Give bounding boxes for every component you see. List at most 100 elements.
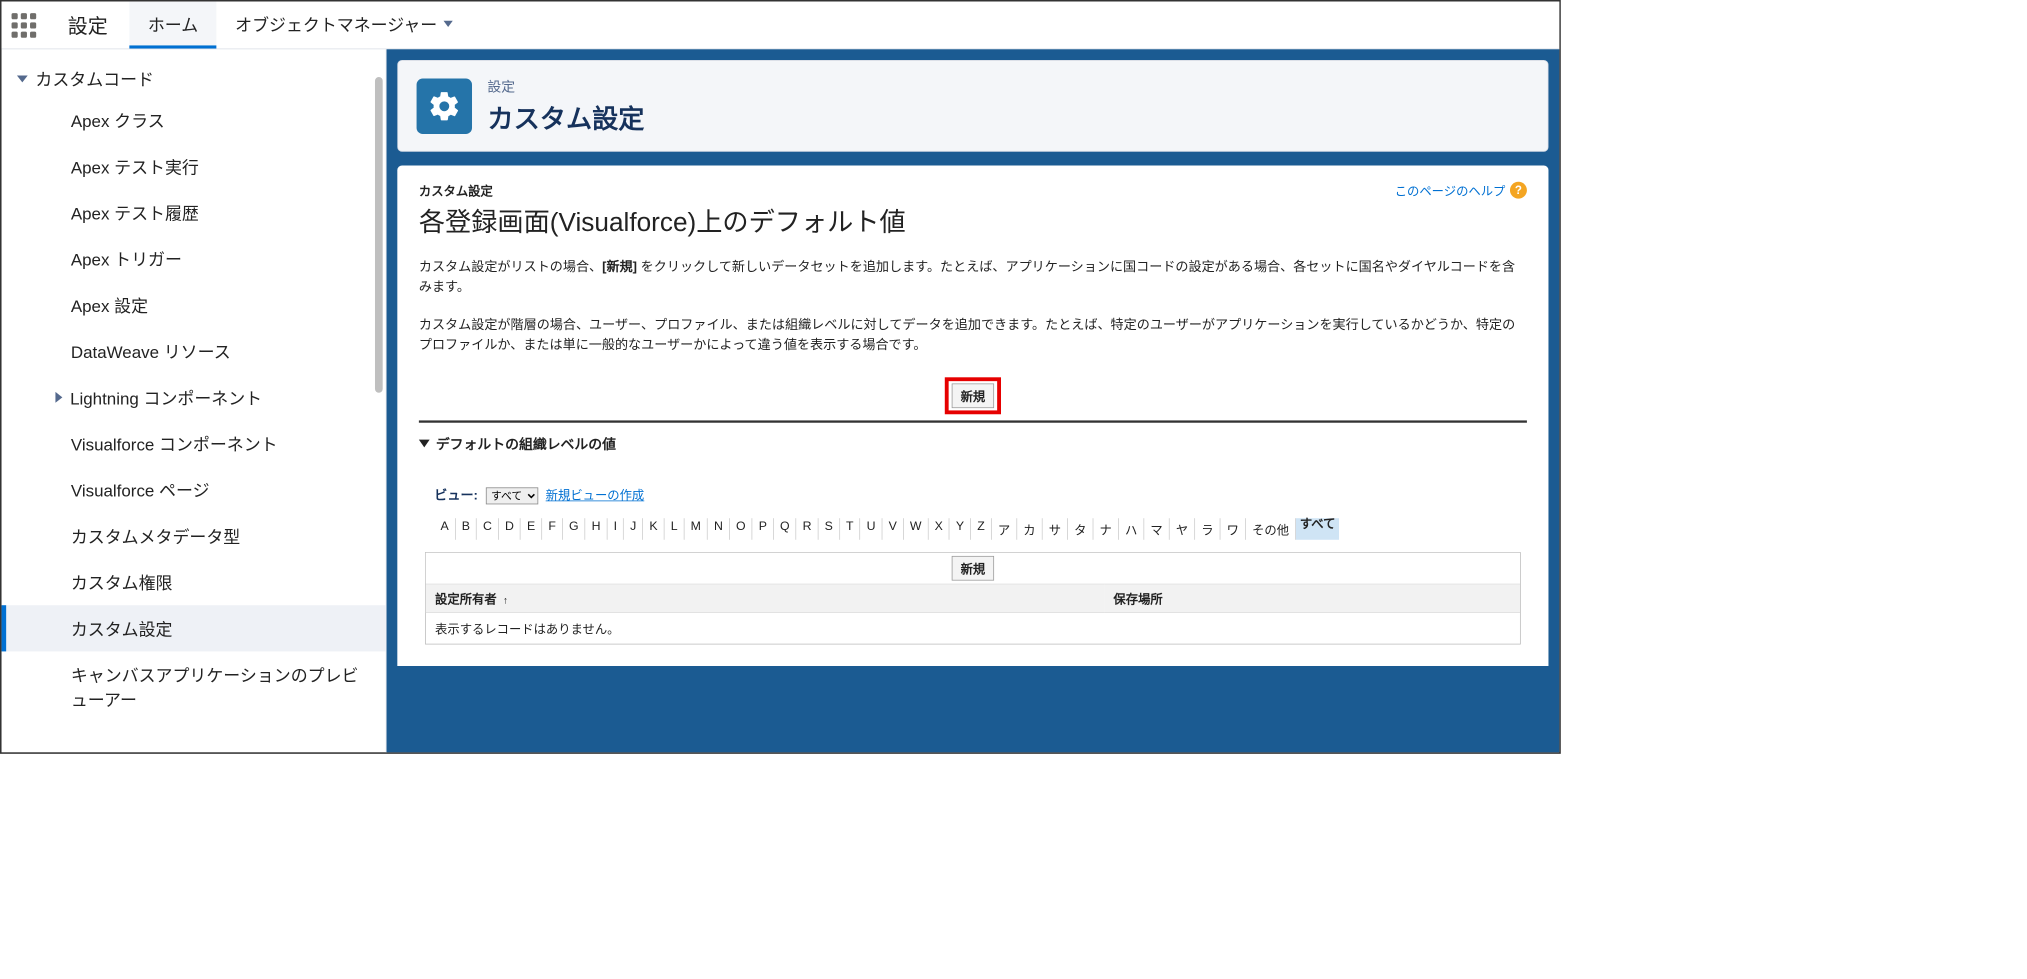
rolodex-letter[interactable]: J	[624, 518, 643, 540]
rolodex-letter[interactable]: A	[434, 518, 455, 540]
sidebar-item-apex-test-exec[interactable]: Apex テスト実行	[2, 143, 386, 189]
sidebar-item-label: Apex テスト履歴	[71, 204, 199, 223]
rolodex-letter[interactable]: ア	[992, 518, 1017, 540]
rolodex-letter[interactable]: K	[643, 518, 664, 540]
col-label: 設定所有者	[435, 594, 497, 607]
rolodex-letter[interactable]: R	[797, 518, 819, 540]
app-launcher-button[interactable]	[2, 2, 47, 49]
breadcrumb: 設定	[487, 76, 644, 96]
rolodex-letter[interactable]: X	[928, 518, 949, 540]
page-header-text: 設定 カスタム設定	[487, 76, 644, 135]
rolodex-letter[interactable]: Y	[950, 518, 971, 540]
rolodex-letter[interactable]: T	[840, 518, 861, 540]
content-card: カスタム設定 各登録画面(Visualforce)上のデフォルト値 このページの…	[397, 166, 1548, 667]
help-link[interactable]: このページのヘルプ ?	[1395, 181, 1527, 199]
sidebar-item-custom-permissions[interactable]: カスタム権限	[2, 559, 386, 605]
sidebar-parent-custom-code[interactable]: カスタムコード	[2, 60, 386, 97]
sidebar-item-vf-pages[interactable]: Visualforce ページ	[2, 467, 386, 513]
rolodex-letter[interactable]: U	[860, 518, 882, 540]
tab-home-label: ホーム	[148, 11, 198, 36]
desc-bold: [新規]	[602, 259, 637, 274]
sidebar-item-label: キャンバスアプリケーションのプレビューアー	[71, 666, 359, 710]
section-title: デフォルトの組織レベルの値	[436, 434, 616, 454]
sidebar-item-apex-settings[interactable]: Apex 設定	[2, 282, 386, 328]
table-action-row: 新規	[426, 553, 1520, 584]
rolodex-letter[interactable]: D	[499, 518, 521, 540]
sidebar-item-label: Lightning コンポーネント	[70, 385, 262, 410]
rolodex-letter[interactable]: V	[882, 518, 903, 540]
view-label: ビュー:	[434, 484, 478, 503]
sidebar-item-label: カスタムメタデータ型	[71, 527, 240, 546]
sidebar-item-custom-metadata[interactable]: カスタムメタデータ型	[2, 513, 386, 559]
rolodex-letter[interactable]: B	[456, 518, 477, 540]
sidebar-item-canvas-previewer[interactable]: キャンバスアプリケーションのプレビューアー	[2, 651, 386, 722]
app-title: 設定	[46, 2, 129, 49]
chevron-down-icon	[17, 75, 28, 82]
top-nav: 設定 ホーム オブジェクトマネージャー	[2, 2, 1560, 50]
chevron-right-icon	[55, 392, 62, 403]
rolodex-letter[interactable]: H	[585, 518, 607, 540]
sidebar-item-label: カスタム設定	[71, 620, 173, 639]
sidebar-item-label: カスタム権限	[71, 574, 173, 593]
scrollbar-thumb[interactable]	[375, 77, 383, 393]
gear-icon	[417, 78, 472, 133]
rolodex-letter[interactable]: ヤ	[1170, 518, 1195, 540]
page-header: 設定 カスタム設定	[397, 60, 1548, 152]
new-button[interactable]: 新規	[952, 383, 994, 408]
view-select[interactable]: すべて	[486, 487, 538, 504]
rolodex: ABCDEFGHIJKLMNOPQRSTUVWXYZアカサタナハマヤラワその他す…	[419, 518, 1527, 540]
section-header[interactable]: デフォルトの組織レベルの値	[419, 429, 1527, 484]
rolodex-letter[interactable]: ラ	[1195, 518, 1220, 540]
rolodex-letter[interactable]: I	[607, 518, 624, 540]
rolodex-letter[interactable]: サ	[1043, 518, 1068, 540]
data-table: 設定所有者 ↑ 保存場所 表示するレコードはありません。	[426, 584, 1520, 644]
sidebar-item-custom-settings[interactable]: カスタム設定	[2, 605, 386, 651]
chevron-down-icon	[443, 20, 452, 26]
sidebar-item-apex-test-history[interactable]: Apex テスト履歴	[2, 189, 386, 235]
action-row: 新規	[419, 377, 1527, 422]
table-new-button[interactable]: 新規	[952, 556, 994, 581]
col-owner[interactable]: 設定所有者 ↑	[426, 584, 1104, 612]
setup-sidebar: カスタムコード Apex クラス Apex テスト実行 Apex テスト履歴 A…	[2, 49, 387, 752]
rolodex-letter[interactable]: カ	[1017, 518, 1042, 540]
description-1: カスタム設定がリストの場合、[新規] をクリックして新しいデータセットを追加しま…	[419, 257, 1527, 296]
sidebar-item-apex-triggers[interactable]: Apex トリガー	[2, 236, 386, 282]
rolodex-letter[interactable]: タ	[1068, 518, 1093, 540]
rolodex-letter[interactable]: C	[477, 518, 499, 540]
rolodex-letter[interactable]: W	[904, 518, 929, 540]
rolodex-letter[interactable]: L	[665, 518, 685, 540]
rolodex-letter[interactable]: ハ	[1119, 518, 1144, 540]
content-head: カスタム設定 各登録画面(Visualforce)上のデフォルト値 このページの…	[419, 181, 1527, 239]
tab-home[interactable]: ホーム	[129, 2, 216, 49]
rolodex-letter[interactable]: E	[521, 518, 542, 540]
rolodex-letter[interactable]: S	[819, 518, 840, 540]
rolodex-letter[interactable]: ナ	[1093, 518, 1118, 540]
tab-object-manager-label: オブジェクトマネージャー	[235, 11, 437, 36]
rolodex-letter[interactable]: Z	[971, 518, 992, 540]
rolodex-letter[interactable]: ワ	[1220, 518, 1245, 540]
rolodex-letter[interactable]: M	[685, 518, 708, 540]
sidebar-parent-label: カスタムコード	[35, 66, 154, 91]
rolodex-letter[interactable]: F	[542, 518, 563, 540]
sidebar-item-label: Apex トリガー	[71, 250, 182, 269]
rolodex-other[interactable]: その他	[1246, 518, 1296, 540]
rolodex-letter[interactable]: P	[753, 518, 774, 540]
highlight-box: 新規	[945, 377, 1000, 414]
sidebar-item-dataweave[interactable]: DataWeave リソース	[2, 328, 386, 374]
empty-message: 表示するレコードはありません。	[426, 613, 1520, 644]
col-location[interactable]: 保存場所	[1104, 584, 1520, 612]
rolodex-letter[interactable]: O	[730, 518, 753, 540]
sidebar-item-label: Apex 設定	[71, 296, 148, 315]
rolodex-letter[interactable]: Q	[774, 518, 797, 540]
sidebar-item-apex-classes[interactable]: Apex クラス	[2, 97, 386, 143]
sidebar-item-lightning-components[interactable]: Lightning コンポーネント	[2, 374, 386, 420]
rolodex-letter[interactable]: マ	[1144, 518, 1169, 540]
sort-up-icon: ↑	[500, 594, 508, 606]
tab-object-manager[interactable]: オブジェクトマネージャー	[217, 2, 471, 49]
rolodex-all[interactable]: すべて	[1296, 518, 1339, 540]
rolodex-letter[interactable]: G	[563, 518, 586, 540]
sidebar-item-label: Visualforce コンポーネント	[71, 435, 278, 454]
create-view-link[interactable]: 新規ビューの作成	[546, 485, 645, 503]
sidebar-item-vf-components[interactable]: Visualforce コンポーネント	[2, 420, 386, 466]
rolodex-letter[interactable]: N	[708, 518, 730, 540]
